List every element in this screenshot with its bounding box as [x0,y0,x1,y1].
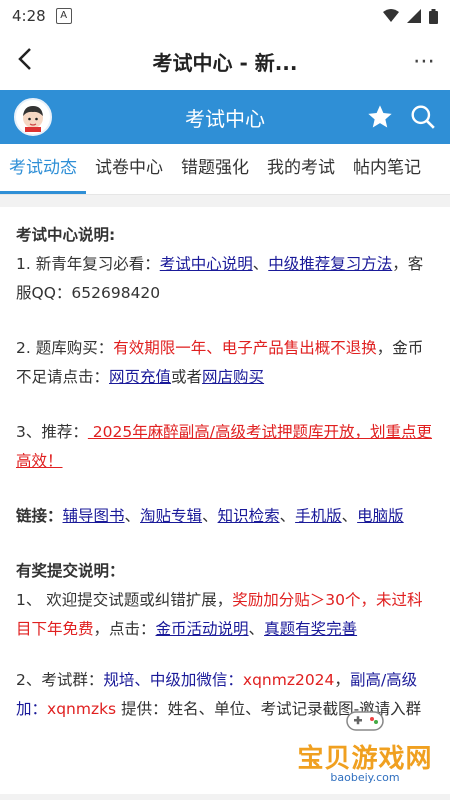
text: 2. 题库购买： [16,339,114,357]
tab-paper-center[interactable]: 试卷中心 [86,144,172,194]
links-label: 链接： [16,507,63,525]
signal-icon [407,9,421,23]
text: 3、推荐： [16,423,88,441]
status-time: 4:28 [12,7,46,25]
tab-bar: 考试动态 试卷中心 错题强化 我的考试 帖内笔记 [0,144,450,195]
text: 提供：姓名、单位、考试记录截图-邀请入群 [116,700,422,718]
exam-reward-link[interactable]: 真题有奖完善 [264,620,357,638]
link-guide-books[interactable]: 辅导图书 [63,507,125,525]
text: 、 [124,507,141,525]
text: 或者 [171,368,203,386]
link-taotie[interactable]: 淘贴专辑 [140,507,202,525]
text: 规培、中级加微信： [103,671,243,689]
divider [0,195,450,207]
text: 2、考试群： [16,671,104,689]
text: 1. 新青年复习必看： [16,255,160,273]
wechat-id-senior: xqnmzks [47,700,117,718]
text: ，点击： [93,620,156,638]
text: 、 [252,255,269,273]
text: ， [334,671,350,689]
section-heading: 有奖提交说明： [16,562,125,580]
star-icon[interactable] [366,103,394,131]
status-bar: 4:28 A [0,0,450,32]
watermark-text: 宝贝游戏网 [297,744,433,774]
text: 、 [202,507,218,525]
section-recommend: 3、推荐： 2025年麻醉副高/高级考试押题库开放，划重点更高效！ [16,418,434,476]
bottom-divider [0,794,450,800]
link-desktop[interactable]: 电脑版 [357,507,404,525]
tab-mistakes[interactable]: 错题强化 [172,144,258,194]
link-mobile[interactable]: 手机版 [295,507,342,525]
page-title: 考试中心 - 新... [152,50,298,75]
tab-notes[interactable]: 帖内笔记 [344,144,430,194]
tab-exam-news[interactable]: 考试动态 [0,144,86,194]
section-links: 链接：辅导图书、淘贴专辑、知识检索、手机版、电脑版 [16,502,434,531]
wechat-id: xqnmz2024 [242,671,335,689]
search-icon[interactable] [410,104,436,130]
web-recharge-link[interactable]: 网页充值 [109,368,171,386]
coin-activity-link[interactable]: 金币活动说明 [156,620,249,638]
exam-header: 考试中心 [0,90,450,144]
section-groups: 2、考试群：规培、中级加微信：xqnmz2024，副高/高级加：xqnmzks … [16,666,434,724]
purchase-notice: 有效期限一年、电子产品售出概不退换 [113,339,377,357]
online-shop-link[interactable]: 网店购买 [202,368,264,386]
avatar[interactable] [14,98,52,136]
notification-icon: A [55,8,72,24]
text: 、 [279,507,296,525]
section-reward: 有奖提交说明： 1、 欢迎提交试题或纠错扩展，奖励加分贴＞30个，未过科目下年免… [16,557,434,644]
title-bar: 考试中心 - 新... ⋯ [0,32,450,90]
wifi-icon [383,9,399,22]
watermark-url: baobeiy.com [330,771,400,784]
back-arrow-icon[interactable] [0,45,50,78]
text: 、 [248,620,265,638]
intermediate-review-link[interactable]: 中级推荐复习方法 [268,255,392,273]
text: 1、 欢迎提交试题或纠错扩展， [16,591,233,609]
status-icons [383,8,438,24]
section-intro: 考试中心说明: 1. 新青年复习必看：考试中心说明、中级推荐复习方法，客服QQ：… [16,221,434,308]
tab-my-exams[interactable]: 我的考试 [258,144,344,194]
section-heading: 考试中心说明: [16,226,116,244]
exam-center-guide-link[interactable]: 考试中心说明 [160,255,253,273]
content-area: 考试中心说明: 1. 新青年复习必看：考试中心说明、中级推荐复习方法，客服QQ：… [0,207,450,724]
text: 、 [341,507,358,525]
battery-icon [429,8,438,24]
more-options-icon[interactable]: ⋯ [400,49,450,74]
section-purchase: 2. 题库购买：有效期限一年、电子产品售出概不退换，金币不足请点击：网页充值或者… [16,334,434,392]
link-knowledge-search[interactable]: 知识检索 [218,507,280,525]
